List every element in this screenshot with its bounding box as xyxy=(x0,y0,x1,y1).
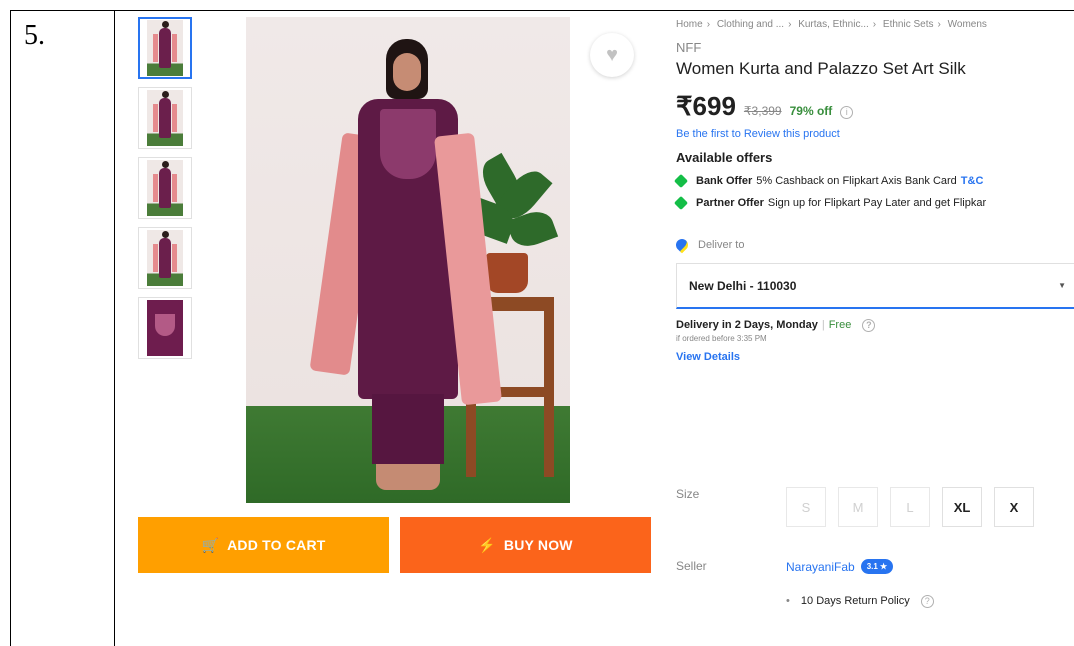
lightning-icon: ⚡ xyxy=(478,536,496,553)
add-to-cart-label: ADD TO CART xyxy=(227,537,326,553)
offers-heading: Available offers xyxy=(676,150,773,165)
return-policy: • 10 Days Return Policy ? xyxy=(786,595,934,608)
discount-percent: 79% off xyxy=(789,104,833,118)
cart-icon: 🛒 xyxy=(201,536,220,553)
offer-terms-link[interactable]: T&C xyxy=(961,175,984,187)
bullet-icon: • xyxy=(786,595,790,607)
delivery-cutoff: if ordered before 3:35 PM xyxy=(676,334,767,343)
thumbnail-3[interactable] xyxy=(138,157,192,219)
chevron-right-icon: › xyxy=(788,19,792,30)
brand-name[interactable]: NFF xyxy=(676,40,1074,55)
breadcrumb-item[interactable]: Kurtas, Ethnic... xyxy=(798,19,869,30)
offer-tag-icon xyxy=(673,173,689,189)
selling-price: ₹699 xyxy=(676,91,736,121)
delivery-pincode: New Delhi - 110030 xyxy=(689,278,797,293)
price-row: ₹699 ₹3,399 79% off i xyxy=(676,91,1074,122)
thumbnail-2[interactable] xyxy=(138,87,192,149)
buy-now-button[interactable]: ⚡ BUY NOW xyxy=(400,517,651,573)
size-option-l[interactable]: L xyxy=(890,487,930,527)
location-pin-icon xyxy=(673,236,691,254)
seller-rating-badge: 3.1 ★ xyxy=(860,559,894,574)
offer-tag-icon xyxy=(673,195,689,211)
wishlist-heart-icon[interactable]: ♥ xyxy=(590,33,634,77)
add-to-cart-button[interactable]: 🛒 ADD TO CART xyxy=(138,517,389,573)
original-price: ₹3,399 xyxy=(743,104,782,118)
deliver-to-heading: Deliver to xyxy=(673,236,1074,254)
thumbnail-list xyxy=(138,17,202,367)
chevron-right-icon: › xyxy=(937,19,941,30)
breadcrumb: Home › Clothing and ... › Kurtas, Ethnic..… xyxy=(676,19,1074,30)
thumbnail-1[interactable] xyxy=(138,17,192,79)
product-title: Women Kurta and Palazzo Set Art Silk xyxy=(676,59,966,78)
size-option-xl[interactable]: XL xyxy=(942,487,982,527)
breadcrumb-item[interactable]: Womens xyxy=(948,19,987,30)
product-details: Home › Clothing and ... › Kurtas, Ethnic..… xyxy=(673,11,1074,608)
row-number-cell: 5. xyxy=(10,10,115,646)
thumbnail-4[interactable] xyxy=(138,227,192,289)
offer-type: Bank Offer xyxy=(696,175,753,187)
delivery-eta: Delivery in 2 Days, Monday xyxy=(676,319,818,331)
seller-name-link[interactable]: NarayaniFab 3.1 ★ xyxy=(786,559,894,574)
thumbnail-5[interactable] xyxy=(138,297,192,359)
deliver-to-label: Deliver to xyxy=(698,239,745,251)
info-icon[interactable]: i xyxy=(840,106,854,119)
breadcrumb-item[interactable]: Ethnic Sets xyxy=(883,19,934,30)
return-policy-text: 10 Days Return Policy xyxy=(800,595,910,607)
product-main-image[interactable] xyxy=(246,17,570,503)
offer-type: Partner Offer xyxy=(696,197,764,209)
size-label: Size xyxy=(676,487,700,501)
info-icon[interactable]: ? xyxy=(920,595,934,608)
delivery-separator: | xyxy=(821,319,825,331)
delivery-estimate: Delivery in 2 Days, Monday | Free ? xyxy=(676,319,1074,332)
info-icon[interactable]: ? xyxy=(862,319,876,332)
breadcrumb-item[interactable]: Clothing and ... xyxy=(717,19,784,30)
size-option-m[interactable]: M xyxy=(838,487,878,527)
chevron-down-icon: ▼ xyxy=(1058,281,1066,290)
offer-text: Sign up for Flipkart Pay Later and get F… xyxy=(767,197,987,209)
seller-name: NarayaniFab xyxy=(786,559,855,574)
row-number: 5. xyxy=(24,20,45,51)
size-selector: Size S M L XL X xyxy=(676,487,1074,527)
size-option-s[interactable]: S xyxy=(786,487,826,527)
offer-item: Partner Offer Sign up for Flipkart Pay L… xyxy=(673,195,1074,211)
breadcrumb-item[interactable]: Home xyxy=(676,19,703,30)
buy-now-label: BUY NOW xyxy=(503,537,573,553)
review-link[interactable]: Be the first to Review this product xyxy=(676,128,1074,140)
seller-row: Seller NarayaniFab 3.1 ★ xyxy=(676,559,1074,574)
product-page-screenshot: ♥ 🛒 ADD TO CART ⚡ BUY NOW Home › Clothing… xyxy=(116,11,1074,646)
delivery-location-select[interactable]: New Delhi - 110030 ▼ xyxy=(676,263,1074,309)
offer-text: 5% Cashback on Flipkart Axis Bank Card xyxy=(756,175,957,187)
size-option-partial[interactable]: X xyxy=(994,487,1034,527)
offer-item: Bank Offer 5% Cashback on Flipkart Axis … xyxy=(673,173,1074,189)
delivery-free: Free xyxy=(828,319,852,331)
chevron-right-icon: › xyxy=(706,19,711,30)
seller-label: Seller xyxy=(676,559,707,573)
view-details-link[interactable]: View Details xyxy=(676,351,1074,363)
chevron-right-icon: › xyxy=(872,19,877,30)
